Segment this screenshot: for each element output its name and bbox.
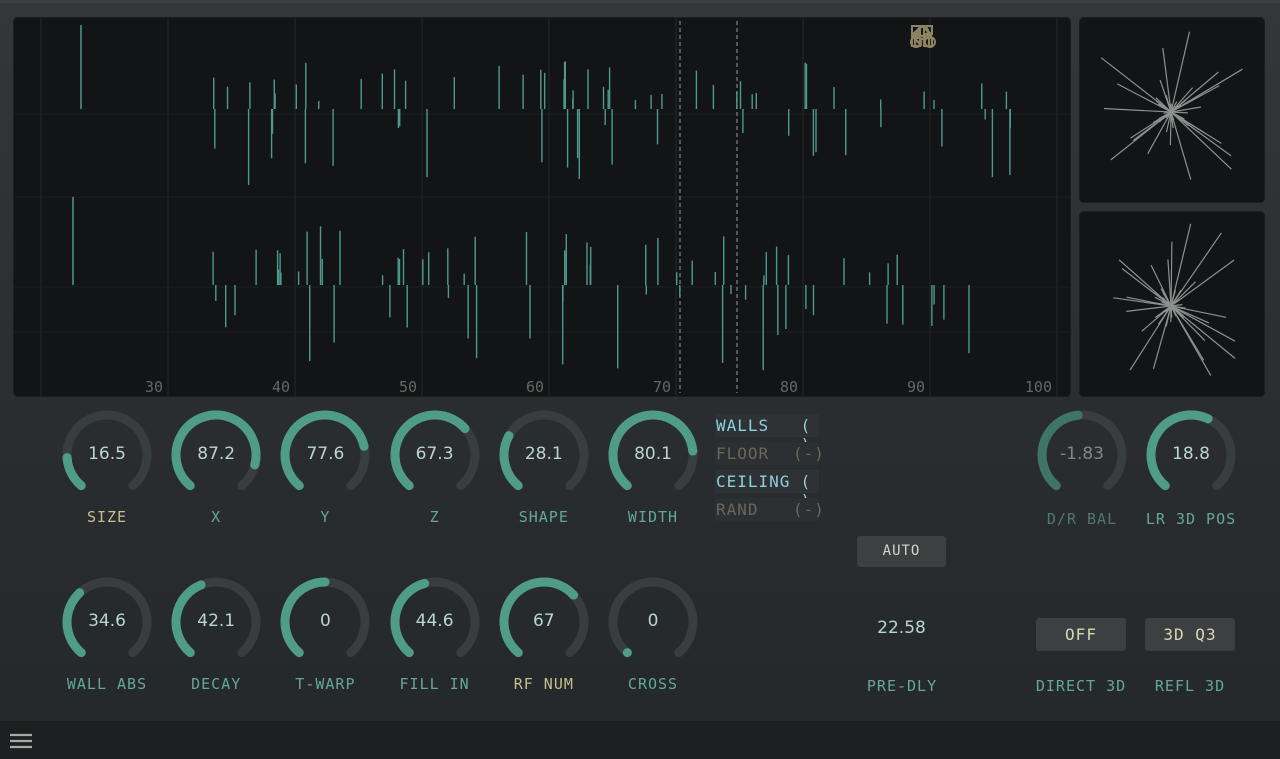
y-label: Y <box>320 508 331 526</box>
lr-3d-pos-value: 18.8 <box>1172 444 1210 464</box>
surface-name: WALLS <box>716 416 770 435</box>
grid-icon[interactable] <box>911 23 1018 51</box>
home-icon[interactable] <box>911 23 979 51</box>
direct-3d-button[interactable]: OFF <box>1036 618 1126 651</box>
knob-indicator <box>75 588 85 598</box>
cross-label: CROSS <box>627 675 679 693</box>
wall-abs-knob[interactable]: 34.6 WALL ABS <box>52 577 162 707</box>
dr-bal-label: D/R BAL <box>1046 510 1118 528</box>
lr-3d-pos-knob[interactable]: 18.8 LR 3D POS <box>1136 410 1246 540</box>
decay-value: 42.1 <box>197 611 236 631</box>
t-warp-value: 0 <box>319 611 331 631</box>
surface-toggle-floor[interactable]: FLOOR (-) <box>715 442 825 465</box>
surface-toggle-rand[interactable]: RAND (-) <box>715 498 825 521</box>
reverb-plugin-window: 30 40 50 60 70 80 90 100 16.5 SIZE 87.2 X 77.6 Y 67.3… <box>0 0 1280 759</box>
surface-name: FLOOR <box>716 444 770 463</box>
top-edge <box>0 0 1280 3</box>
scope-ray <box>1117 83 1185 120</box>
x-knob[interactable]: 87.2 X <box>161 410 271 540</box>
rf-num-knob[interactable]: 67 RF NUM <box>489 577 599 707</box>
stereo-scope-bottom <box>1079 211 1265 397</box>
t-warp-label: T-WARP <box>295 675 356 693</box>
ir-tick-label: 80 <box>780 378 798 396</box>
ir-tick-label: 30 <box>145 378 163 396</box>
ir-tick-label: 50 <box>399 378 417 396</box>
scope-bottom-rays <box>1113 223 1236 376</box>
shape-label: SHAPE <box>518 508 569 526</box>
shape-value: 28.1 <box>524 444 563 464</box>
knob-indicator <box>1203 414 1213 424</box>
impulse-response-plot: 30 40 50 60 70 80 90 100 <box>13 17 1071 397</box>
fill-in-label: FILL IN <box>399 675 470 693</box>
t-warp-knob[interactable]: 0 T-WARP <box>270 577 380 707</box>
decay-label: DECAY <box>191 675 242 693</box>
rf-num-value: 67 <box>532 611 555 631</box>
z-value: 67.3 <box>415 444 454 464</box>
ir-tick-label: 60 <box>526 378 544 396</box>
dr-bal-knob[interactable]: -1.83 D/R BAL <box>1027 410 1137 540</box>
surface-state: (-) <box>793 500 825 519</box>
x-label: X <box>211 508 222 526</box>
predelay-value[interactable]: 22.58 <box>857 618 946 638</box>
width-value: 80.1 <box>634 444 672 464</box>
y-knob[interactable]: 77.6 Y <box>270 410 380 540</box>
knob-indicator <box>568 590 578 600</box>
display-toolbar <box>909 23 1057 51</box>
ir-tick-label: 90 <box>907 378 925 396</box>
direct-3d-label: DIRECT 3D <box>1035 677 1127 695</box>
bottom-bar <box>0 721 1280 759</box>
fill-in-knob[interactable]: 44.6 FILL IN <box>380 577 490 707</box>
x-value: 87.2 <box>197 444 236 464</box>
surface-toggle-walls[interactable]: WALLS( ) <box>715 414 819 454</box>
size-knob[interactable]: 16.5 SIZE <box>52 410 162 540</box>
knob-indicator <box>1073 410 1083 420</box>
knob-indicator <box>320 577 330 587</box>
refl-3d-button[interactable]: 3D Q3 <box>1145 618 1235 651</box>
knob-indicator <box>196 580 206 590</box>
surface-name: RAND <box>716 500 759 519</box>
knob-indicator <box>504 431 514 441</box>
knob-indicator <box>622 648 632 658</box>
ir-tick-label: 70 <box>653 378 671 396</box>
knob-indicator <box>460 423 470 433</box>
impulse-response-display[interactable]: 30 40 50 60 70 80 90 100 <box>13 17 1071 397</box>
ir-tick-label: 100 <box>1025 378 1052 396</box>
y-value: 77.6 <box>306 444 345 464</box>
width-knob[interactable]: 80.1 WIDTH <box>598 410 708 540</box>
back-arrow-icon[interactable] <box>910 23 1057 51</box>
fill-in-value: 44.6 <box>415 611 454 631</box>
dr-bal-value: -1.83 <box>1060 444 1104 464</box>
decay-knob[interactable]: 42.1 DECAY <box>161 577 271 707</box>
surface-state: (-) <box>793 444 825 463</box>
cross-knob[interactable]: 0 CROSS <box>598 577 708 707</box>
z-knob[interactable]: 67.3 Z <box>380 410 490 540</box>
refl-3d-label: REFL 3D <box>1154 677 1226 695</box>
hamburger-menu-icon[interactable] <box>8 731 34 751</box>
scope-ray <box>1150 264 1177 317</box>
wall-abs-value: 34.6 <box>88 611 126 631</box>
width-label: WIDTH <box>627 508 679 526</box>
rf-num-label: RF NUM <box>513 675 574 693</box>
stereo-scope-top <box>1079 17 1265 203</box>
lr-3d-pos-label: LR 3D POS <box>1145 510 1237 528</box>
size-value: 16.5 <box>88 444 126 464</box>
surface-name: CEILING <box>716 472 791 491</box>
predelay-label: PRE-DLY <box>866 677 938 695</box>
z-label: Z <box>429 508 440 526</box>
knob-indicator <box>419 578 429 588</box>
scope-ray <box>1129 289 1182 371</box>
scope-top-rays <box>1100 31 1243 180</box>
cross-value: 0 <box>647 611 659 631</box>
shape-knob[interactable]: 28.1 SHAPE <box>489 410 599 540</box>
size-label: SIZE <box>86 508 128 526</box>
wall-abs-label: WALL ABS <box>66 675 148 693</box>
ir-tick-label: 40 <box>272 378 290 396</box>
surface-toggle-ceiling[interactable]: CEILING( ) <box>715 470 819 510</box>
auto-button[interactable]: AUTO <box>857 536 946 567</box>
